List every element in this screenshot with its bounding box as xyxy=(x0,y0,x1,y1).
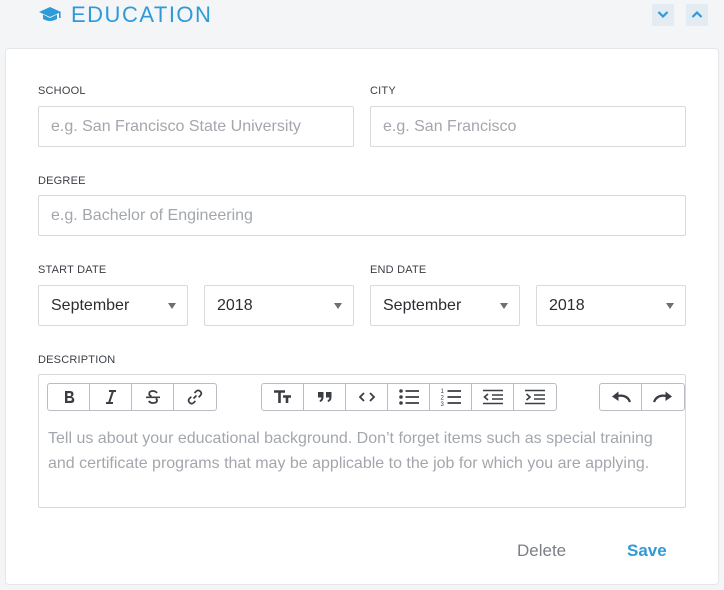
numbered-list-icon: 1 2 3 xyxy=(440,389,461,407)
svg-text:1: 1 xyxy=(440,389,444,395)
dropdown-arrow-icon xyxy=(168,303,176,309)
delete-button[interactable]: Delete xyxy=(517,541,566,561)
school-input[interactable]: e.g. San Francisco State University xyxy=(38,106,354,147)
block-toolbar-group: 1 2 3 xyxy=(261,383,557,411)
numbered-list-button[interactable]: 1 2 3 xyxy=(430,384,472,410)
dropdown-arrow-icon xyxy=(666,303,674,309)
quote-button[interactable] xyxy=(304,384,346,410)
description-textarea[interactable]: Tell us about your educational backgroun… xyxy=(48,427,678,476)
bulleted-list-icon xyxy=(398,389,419,405)
start-year-value: 2018 xyxy=(217,297,253,314)
history-toolbar-group xyxy=(599,383,685,411)
svg-text:2: 2 xyxy=(440,396,444,402)
degree-input[interactable]: e.g. Bachelor of Engineering xyxy=(38,195,686,236)
outdent-icon xyxy=(482,389,503,405)
text-size-icon xyxy=(273,390,291,403)
start-date-label: START DATE xyxy=(38,264,107,276)
link-icon xyxy=(187,389,203,405)
chevron-down-icon xyxy=(657,11,669,19)
indent-icon xyxy=(525,389,545,405)
strikethrough-button[interactable] xyxy=(132,384,174,410)
graduation-cap-icon xyxy=(38,5,62,25)
end-year-select[interactable]: 2018 xyxy=(536,285,686,326)
end-month-value: September xyxy=(383,297,462,314)
undo-icon xyxy=(611,391,631,403)
school-label: SCHOOL xyxy=(38,85,86,97)
quote-icon xyxy=(317,392,331,402)
indent-button[interactable] xyxy=(514,384,556,410)
chevron-up-icon xyxy=(691,10,703,18)
start-month-select[interactable]: September xyxy=(38,285,188,326)
move-up-button[interactable] xyxy=(686,4,708,26)
description-editor[interactable]: 1 2 3 Tell us about your educational bac… xyxy=(38,374,686,508)
heading-button[interactable] xyxy=(262,384,304,410)
code-icon xyxy=(358,392,375,402)
bold-icon xyxy=(64,391,74,403)
code-button[interactable] xyxy=(346,384,388,410)
description-label: DESCRIPTION xyxy=(38,354,116,366)
end-date-label: END DATE xyxy=(370,264,427,276)
format-toolbar-group xyxy=(47,383,217,411)
bulleted-list-button[interactable] xyxy=(388,384,430,410)
end-year-value: 2018 xyxy=(549,297,585,314)
section-header: EDUCATION xyxy=(0,0,724,34)
move-down-button[interactable] xyxy=(652,4,674,26)
undo-button[interactable] xyxy=(600,384,642,410)
strikethrough-icon xyxy=(145,390,160,404)
city-label: CITY xyxy=(370,85,396,97)
italic-icon xyxy=(105,390,116,404)
redo-button[interactable] xyxy=(642,384,684,410)
bold-button[interactable] xyxy=(48,384,90,410)
save-button[interactable]: Save xyxy=(627,541,667,561)
dropdown-arrow-icon xyxy=(334,303,342,309)
section-title: EDUCATION xyxy=(71,2,213,27)
city-input[interactable]: e.g. San Francisco xyxy=(370,106,686,147)
italic-button[interactable] xyxy=(90,384,132,410)
degree-label: DEGREE xyxy=(38,175,86,187)
link-button[interactable] xyxy=(174,384,216,410)
dropdown-arrow-icon xyxy=(500,303,508,309)
svg-text:3: 3 xyxy=(440,402,444,407)
start-year-select[interactable]: 2018 xyxy=(204,285,354,326)
redo-icon xyxy=(652,391,672,403)
outdent-button[interactable] xyxy=(472,384,514,410)
end-month-select[interactable]: September xyxy=(370,285,520,326)
start-month-value: September xyxy=(51,297,130,314)
